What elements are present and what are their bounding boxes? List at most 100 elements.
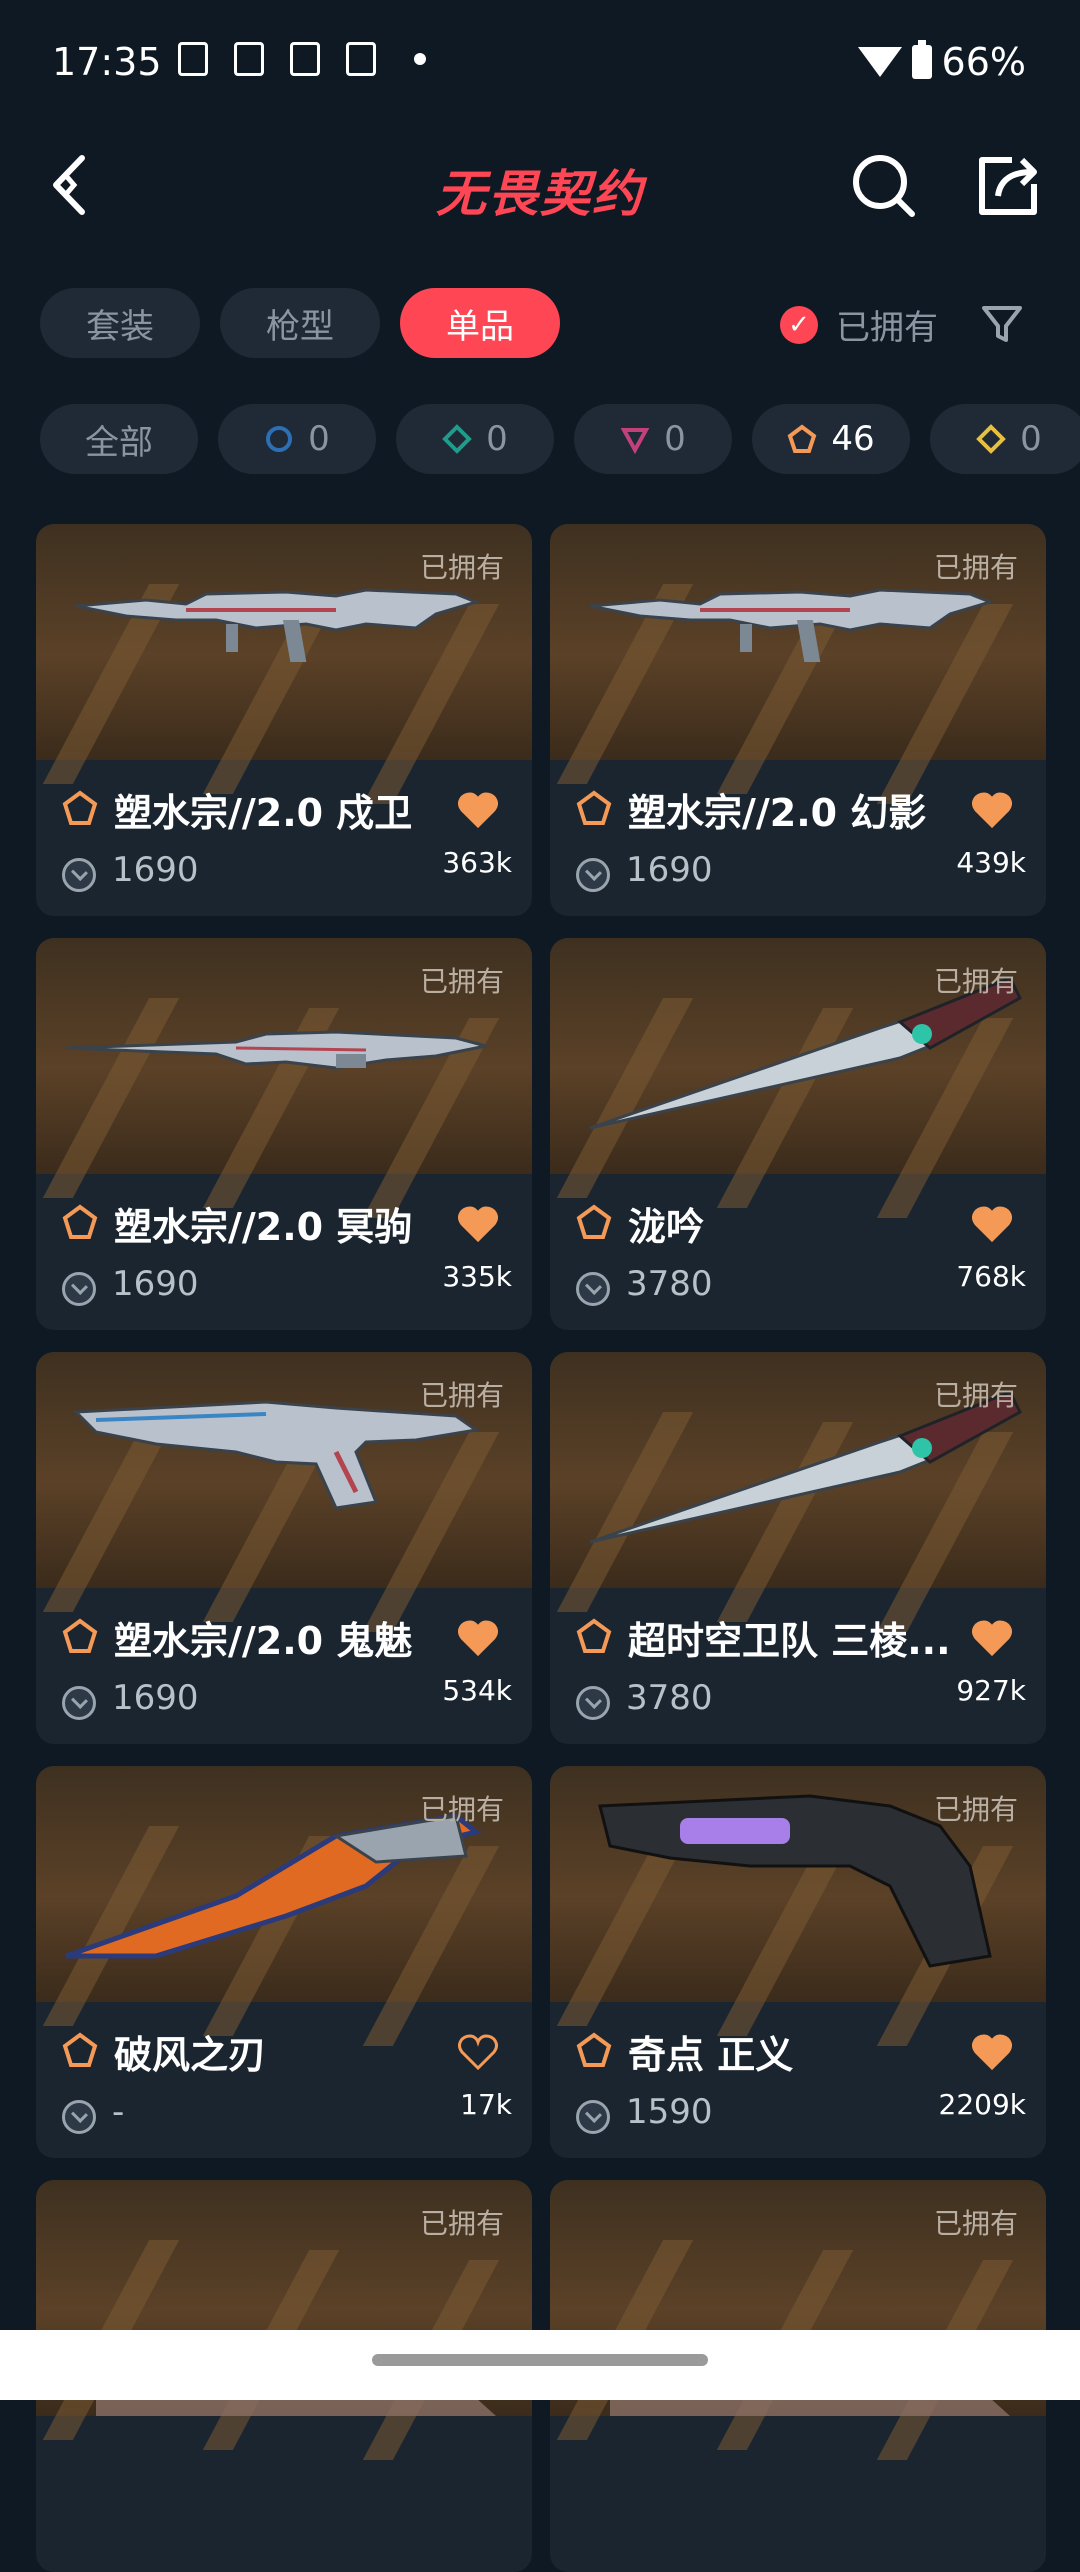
wifi-icon xyxy=(857,47,902,77)
mail-icon xyxy=(178,42,208,76)
heart-icon[interactable] xyxy=(458,2034,498,2070)
weapon-image: 已拥有 xyxy=(550,1766,1046,2046)
item-name: 超时空卫队 三棱... xyxy=(628,1619,951,1663)
currency-icon xyxy=(576,1272,610,1306)
item-card[interactable]: 已拥有 奇点 正义 1590 2209k xyxy=(550,1766,1046,2158)
item-card[interactable]: 已拥有超时空卫队 三棱... 3780 927k xyxy=(550,1352,1046,1744)
item-price: 1690 xyxy=(112,850,199,890)
status-time: 17:35 xyxy=(52,40,162,84)
battery-icon xyxy=(911,40,932,79)
item-price: - xyxy=(112,2092,125,2132)
owned-label: 已拥有 xyxy=(933,965,1018,998)
item-price: 1590 xyxy=(626,2092,713,2132)
item-price: 3780 xyxy=(626,1678,713,1718)
exclusive-tier-icon xyxy=(62,1204,98,1239)
owned-filter-label: 已拥有 xyxy=(836,308,938,348)
heart-icon[interactable] xyxy=(458,792,498,828)
tier-deluxe[interactable]: 0 xyxy=(396,404,554,474)
like-count: 335k xyxy=(442,1260,512,1293)
owned-label: 已拥有 xyxy=(419,1379,504,1412)
item-price: 1690 xyxy=(112,1678,199,1718)
heart-icon[interactable] xyxy=(458,1206,498,1242)
item-price: 3780 xyxy=(626,1264,713,1304)
heart-icon[interactable] xyxy=(972,792,1012,828)
tier-premium[interactable]: 0 xyxy=(574,404,732,474)
like-count: 768k xyxy=(956,1260,1026,1293)
tier-all[interactable]: 全部 xyxy=(40,404,198,474)
exclusive-tier-icon xyxy=(576,1618,612,1653)
tier-select[interactable]: 0 xyxy=(218,404,376,474)
exclusive-tier-icon xyxy=(576,790,612,825)
tier-ultra[interactable]: 0 xyxy=(930,404,1080,474)
tab-bundles[interactable]: 套装 xyxy=(40,288,200,358)
item-card[interactable]: 已拥有 破风之刃 - 17k xyxy=(36,1766,532,2158)
premium-tier-icon xyxy=(620,428,650,454)
item-name: 塑水宗//2.0 冥驹 xyxy=(114,1205,413,1249)
item-card[interactable]: 已拥有塑水宗//2.0 幻影 1690 439k xyxy=(550,524,1046,916)
status-bar: 17:35 66% xyxy=(0,0,1080,120)
category-tabs: 套装 枪型 单品 xyxy=(40,288,560,358)
back-icon[interactable] xyxy=(48,150,118,220)
tab-gun-type[interactable]: 枪型 xyxy=(220,288,380,358)
weapon-image: 已拥有 xyxy=(36,524,532,804)
currency-icon xyxy=(62,1686,96,1720)
item-name: 塑水宗//2.0 幻影 xyxy=(628,791,927,835)
like-count: 927k xyxy=(956,1674,1026,1707)
tier-filter-row: 全部 0 0 0 46 0 xyxy=(40,404,1080,474)
tab-single-items[interactable]: 单品 xyxy=(400,288,560,358)
weapon-image: 已拥有 xyxy=(550,524,1046,804)
exclusive-tier-icon xyxy=(62,790,98,825)
check-icon: ✓ xyxy=(780,305,818,344)
tier-count: 0 xyxy=(664,419,686,459)
like-count: 534k xyxy=(442,1674,512,1707)
owned-label: 已拥有 xyxy=(933,551,1018,584)
exclusive-tier-icon xyxy=(576,2032,612,2067)
heart-icon[interactable] xyxy=(972,1620,1012,1656)
exclusive-tier-icon xyxy=(62,1618,98,1653)
share-icon[interactable] xyxy=(972,150,1044,222)
home-gesture-pill[interactable] xyxy=(372,2354,708,2366)
tier-count: 0 xyxy=(1020,419,1042,459)
currency-icon xyxy=(576,2100,610,2134)
system-nav-bar xyxy=(0,2330,1080,2400)
owned-label: 已拥有 xyxy=(419,1793,504,1826)
like-count: 2209k xyxy=(938,2088,1026,2121)
currency-icon xyxy=(62,858,96,892)
more-notifications-icon xyxy=(414,53,426,65)
item-price: 1690 xyxy=(626,850,713,890)
search-icon[interactable] xyxy=(848,150,920,222)
owned-label: 已拥有 xyxy=(933,2207,1018,2240)
currency-icon xyxy=(62,1272,96,1306)
weapon-image: 已拥有 xyxy=(36,1766,532,2046)
tier-count: 0 xyxy=(308,419,330,459)
owned-label: 已拥有 xyxy=(933,1793,1018,1826)
currency-icon xyxy=(576,858,610,892)
weapon-image: 已拥有 xyxy=(36,938,532,1218)
battery-level: 66% xyxy=(941,40,1026,84)
item-card[interactable]: 已拥有 塑水宗//2.0 戍卫 1690 363k xyxy=(36,524,532,916)
heart-icon[interactable] xyxy=(458,1620,498,1656)
tier-exclusive[interactable]: 46 xyxy=(752,404,910,474)
item-card[interactable]: 已拥有塑水宗//2.0 鬼魅 1690 534k xyxy=(36,1352,532,1744)
deluxe-tier-icon xyxy=(442,424,473,454)
like-count: 363k xyxy=(442,846,512,879)
like-count: 17k xyxy=(460,2088,512,2121)
top-bar: 无畏契约 xyxy=(0,130,1080,240)
exclusive-tier-icon xyxy=(576,1204,612,1239)
heart-icon[interactable] xyxy=(972,1206,1012,1242)
owned-filter-toggle[interactable]: ✓ 已拥有 xyxy=(780,300,938,349)
file-icon xyxy=(290,42,320,76)
item-name: 塑水宗//2.0 鬼魅 xyxy=(114,1619,413,1663)
like-count: 439k xyxy=(956,846,1026,879)
item-card[interactable]: 已拥有 塑水宗//2.0 冥驹 1690 335k xyxy=(36,938,532,1330)
owned-label: 已拥有 xyxy=(419,551,504,584)
owned-label: 已拥有 xyxy=(419,2207,504,2240)
item-card[interactable]: 已拥有 泷吟 3780 768k xyxy=(550,938,1046,1330)
owned-label: 已拥有 xyxy=(933,1379,1018,1412)
heart-icon[interactable] xyxy=(972,2034,1012,2070)
currency-icon xyxy=(62,2100,96,2134)
filter-icon[interactable] xyxy=(980,302,1024,346)
tier-all-label: 全部 xyxy=(85,422,153,463)
weapon-image: 已拥有 xyxy=(550,1352,1046,1632)
weapon-image: 已拥有 xyxy=(550,938,1046,1218)
